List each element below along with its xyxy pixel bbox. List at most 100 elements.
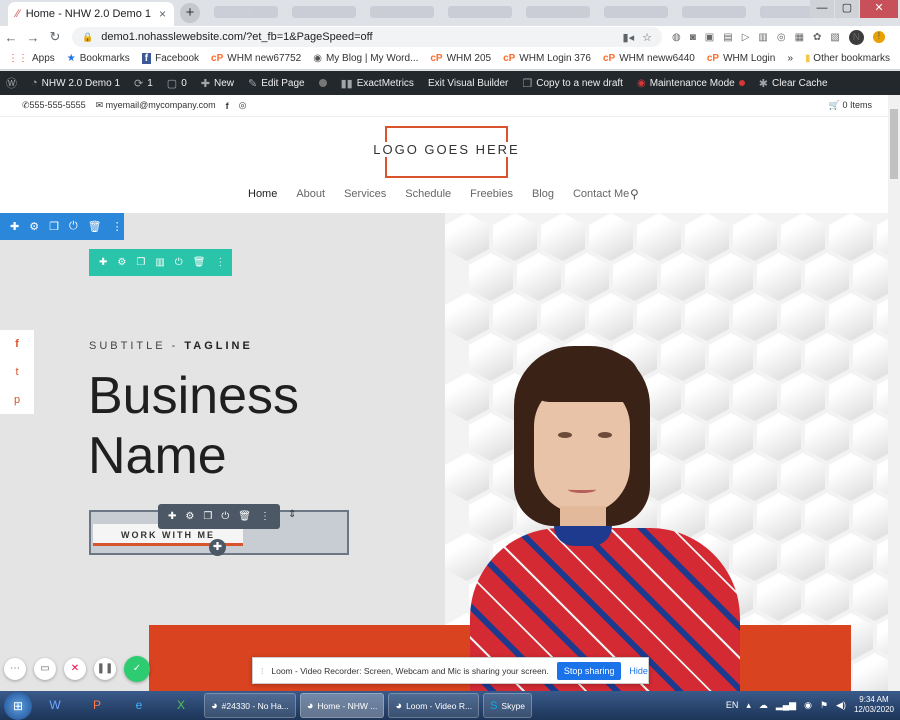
power-icon[interactable]: ⏻: [69, 220, 78, 233]
wp-copy-draft[interactable]: ❐ Copy to a new draft: [522, 77, 623, 90]
bookmark-apps[interactable]: ⋮⋮ Apps: [8, 53, 55, 64]
tray-expand-icon[interactable]: ▴: [746, 700, 751, 711]
network-icon[interactable]: ▂▄▆: [776, 700, 796, 711]
gear-icon[interactable]: ⚙: [185, 511, 194, 522]
more-icon[interactable]: ⋮: [260, 511, 270, 522]
cloud-icon[interactable]: ☁: [759, 700, 768, 711]
facebook-icon[interactable]: f: [226, 101, 229, 111]
loom-cancel-button[interactable]: ✕: [64, 658, 86, 680]
back-button[interactable]: ←: [0, 30, 22, 45]
bookmark-bookmarks[interactable]: ★ Bookmarks: [67, 53, 130, 64]
bookmark-whm-new67752[interactable]: cP WHM new67752: [211, 53, 301, 64]
wp-edit-page[interactable]: ✎ Edit Page: [248, 77, 305, 90]
internet-explorer-icon[interactable]: e: [120, 692, 158, 719]
bookmark-facebook[interactable]: f Facebook: [141, 53, 199, 64]
taskbar-chrome-window-2[interactable]: ◕ Home - NHW ...: [299, 693, 385, 718]
nav-services[interactable]: Services: [344, 188, 386, 200]
excel-app-icon[interactable]: X: [162, 692, 200, 719]
taskbar-skype-window[interactable]: S Skype: [483, 693, 533, 718]
nav-freebies[interactable]: Freebies: [470, 188, 513, 200]
bookmark-my-blog[interactable]: ◉ My Blog | My Word...: [313, 53, 418, 64]
reload-button[interactable]: ↻: [44, 29, 66, 45]
site-logo[interactable]: LOGO GOES HERE: [367, 126, 526, 178]
profile-avatar[interactable]: N: [848, 29, 864, 45]
close-window-button[interactable]: ✕: [860, 0, 898, 18]
extension-icon[interactable]: ▦: [795, 32, 804, 43]
bookmark-whm-login-376[interactable]: cP WHM Login 376: [503, 53, 591, 64]
bookmark-whm-205[interactable]: cP WHM 205: [430, 53, 491, 64]
security-icon[interactable]: ◉: [804, 700, 812, 711]
browser-tab-active[interactable]: ⁄⁄ Home - NHW 2.0 Demo 1 ×: [8, 2, 174, 26]
system-clock[interactable]: 9:34 AM 12/03/2020: [854, 695, 894, 715]
wp-exit-visual-builder[interactable]: Exit Visual Builder: [428, 78, 508, 89]
address-bar[interactable]: 🔒 demo1.nohasslewebsite.com/?et_fb=1&Pag…: [72, 27, 662, 47]
move-icon[interactable]: ✚: [99, 257, 107, 268]
word-app-icon[interactable]: W: [36, 692, 74, 719]
extension-icon[interactable]: ▤: [723, 32, 732, 43]
power-icon[interactable]: ⏻: [175, 257, 183, 268]
move-icon[interactable]: ✚: [168, 511, 176, 522]
extension-icon[interactable]: ▣: [705, 32, 714, 43]
other-bookmarks-folder[interactable]: ▮ Other bookmarks: [805, 53, 890, 64]
duplicate-icon[interactable]: ❐: [136, 257, 145, 268]
wp-maintenance-mode[interactable]: ◉ Maintenance Mode: [637, 78, 745, 89]
gear-icon[interactable]: ⚙: [117, 257, 126, 268]
bookmark-whm-login[interactable]: cP WHM Login: [707, 53, 775, 64]
add-module-button[interactable]: ✚: [209, 539, 226, 556]
taskbar-chrome-window-3[interactable]: ◕ Loom - Video R...: [388, 693, 480, 718]
flag-icon[interactable]: ⚑: [820, 700, 828, 711]
extension-icon[interactable]: ▷: [742, 32, 750, 43]
power-icon[interactable]: ⏻: [221, 511, 229, 522]
bookmark-star-icon[interactable]: ☆: [642, 31, 652, 44]
new-tab-button[interactable]: +: [180, 3, 200, 23]
more-icon[interactable]: ⋮: [215, 257, 225, 268]
trash-icon[interactable]: 🗑: [88, 220, 102, 233]
duplicate-icon[interactable]: ❐: [203, 511, 212, 522]
bookmark-whm-neww6440[interactable]: cP WHM neww6440: [603, 53, 695, 64]
extension-icon[interactable]: ◎: [777, 32, 786, 43]
nav-contact-me[interactable]: Contact Me: [573, 188, 629, 200]
page-scrollbar[interactable]: [888, 95, 900, 691]
email-contact[interactable]: ✉ myemail@mycompany.com: [96, 100, 216, 111]
powerpoint-app-icon[interactable]: P: [78, 692, 116, 719]
stop-sharing-button[interactable]: Stop sharing: [556, 661, 622, 680]
search-icon[interactable]: ⚲: [630, 187, 639, 201]
duplicate-icon[interactable]: ❐: [49, 220, 59, 233]
minimize-button[interactable]: —: [810, 0, 834, 18]
loom-camera-button[interactable]: ▭: [34, 658, 56, 680]
columns-icon[interactable]: ▥: [155, 257, 164, 268]
loom-pause-button[interactable]: ❚❚: [94, 658, 116, 680]
wp-site-name[interactable]: ◔ NHW 2.0 Demo 1: [31, 77, 120, 89]
camera-icon[interactable]: ▮◂: [623, 31, 635, 44]
bookmarks-more-button[interactable]: »: [787, 53, 793, 64]
volume-icon[interactable]: ◀): [836, 700, 846, 711]
forward-button[interactable]: →: [22, 30, 44, 45]
nav-about[interactable]: About: [296, 188, 325, 200]
extension-icon[interactable]: ◍: [672, 32, 681, 43]
color-wheel-extension-icon[interactable]: ✿: [813, 32, 821, 43]
cart-link[interactable]: 🛒 0 Items: [829, 100, 872, 111]
url-text[interactable]: demo1.nohasslewebsite.com/?et_fb=1&PageS…: [101, 31, 614, 43]
more-icon[interactable]: ⋮: [112, 220, 123, 233]
wp-new[interactable]: ✚ New: [201, 77, 234, 90]
screenshot-extension-icon[interactable]: ◙: [690, 32, 696, 43]
drag-handle-icon[interactable]: ⁞: [261, 666, 263, 676]
hide-notice-button[interactable]: Hide: [629, 666, 648, 676]
maximize-button[interactable]: ▢: [835, 0, 859, 18]
update-alert-icon[interactable]: !: [872, 31, 885, 43]
windows-start-icon[interactable]: ⊞: [4, 691, 32, 720]
instagram-icon[interactable]: ◎: [239, 100, 247, 111]
nav-home[interactable]: Home: [248, 188, 277, 200]
move-icon[interactable]: ✚: [10, 220, 19, 233]
gear-icon[interactable]: ⚙: [29, 220, 39, 233]
tab-close-icon[interactable]: ×: [159, 7, 166, 21]
wordpress-logo-icon[interactable]: Ⓦ: [6, 75, 17, 91]
trash-icon[interactable]: 🗑: [238, 511, 251, 522]
twitter-share-icon[interactable]: t: [15, 366, 18, 378]
extension-icon[interactable]: ▥: [758, 32, 767, 43]
facebook-share-icon[interactable]: f: [15, 338, 19, 350]
language-indicator[interactable]: EN: [726, 700, 739, 710]
nav-schedule[interactable]: Schedule: [405, 188, 451, 200]
extension-icon[interactable]: ▧: [830, 32, 839, 43]
wp-exactmetrics[interactable]: ▮▮ ExactMetrics: [341, 77, 414, 90]
